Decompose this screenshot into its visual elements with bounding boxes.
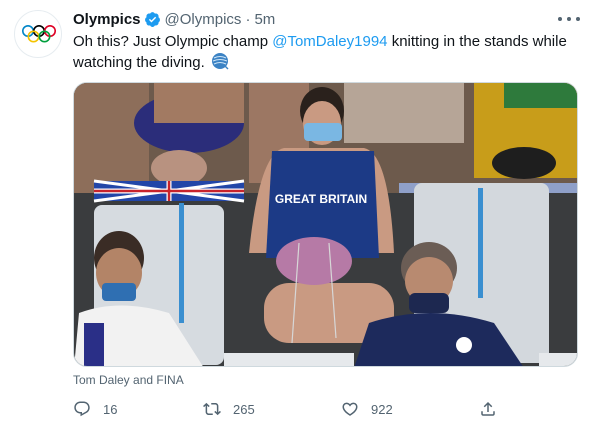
account-name[interactable]: Olympics [73,11,141,28]
tweet-header: Olympics @Olympics · 5m [73,9,275,29]
separator-dot: · [245,10,251,28]
tweet-text: Oh this? Just Olympic champ @TomDaley199… [73,32,578,76]
avatar[interactable] [14,10,62,58]
action-bar: 16 265 922 [73,398,503,420]
share-icon [481,401,495,416]
media-caption[interactable]: Tom Daley and FINA [73,373,184,387]
like-icon [342,402,358,416]
mention-link[interactable]: @TomDaley1994 [272,33,387,50]
retweet-button[interactable]: 265 [203,398,255,420]
jersey-text: GREAT BRITAIN [275,192,367,206]
reply-button[interactable]: 16 [73,398,117,420]
account-handle[interactable]: @Olympics [165,11,242,28]
olympic-rings-logo [22,25,56,43]
share-button[interactable] [479,398,497,420]
reply-count: 16 [103,401,118,417]
tweet-text-start: Oh this? Just Olympic champ [73,33,273,50]
retweet-icon [203,402,221,416]
tweet[interactable]: Olympics @Olympics · 5m Oh this? Just Ol… [0,0,594,429]
more-icon[interactable] [558,10,580,28]
reply-icon [74,401,90,417]
verified-badge-icon [144,11,161,28]
like-button[interactable]: 922 [341,398,393,420]
tweet-photo[interactable]: GREAT BRITAIN [73,82,578,367]
timestamp[interactable]: 5m [254,11,275,28]
like-count: 922 [371,401,393,417]
retweet-count: 265 [233,401,255,417]
yarn-emoji [211,52,229,76]
